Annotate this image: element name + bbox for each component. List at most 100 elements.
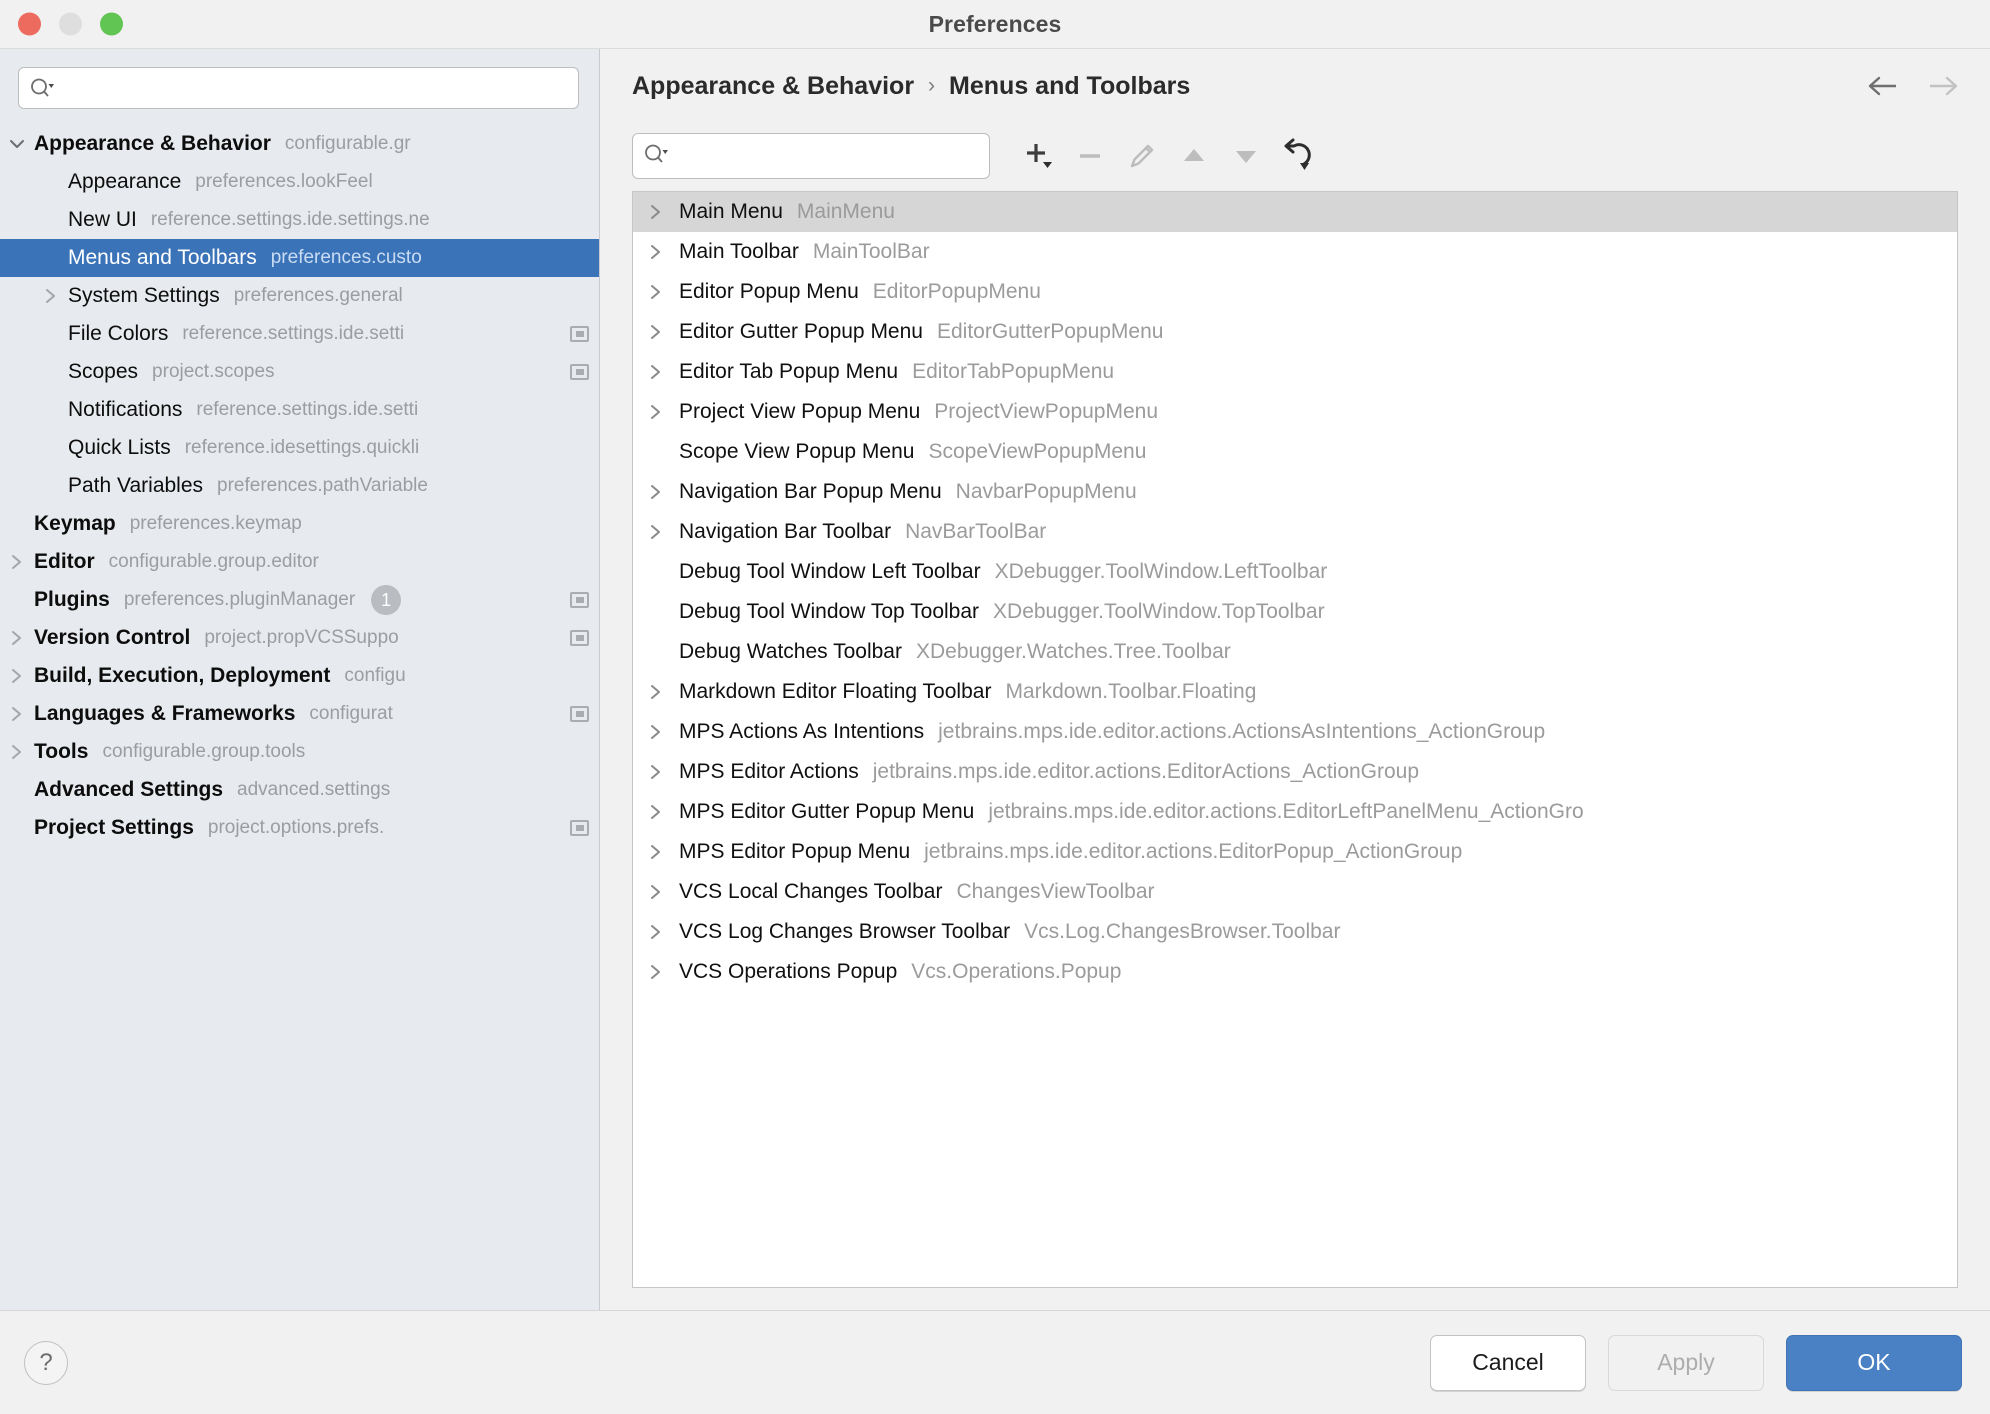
window-controls: [18, 13, 123, 36]
sidebar-item-editor[interactable]: Editorconfigurable.group.editor: [0, 543, 599, 581]
sidebar-item-keymap[interactable]: Keymappreferences.keymap: [0, 505, 599, 543]
menus-search-input[interactable]: [675, 146, 979, 167]
breadcrumb-current: Menus and Toolbars: [949, 72, 1190, 101]
sidebar-item-scopes[interactable]: Scopesproject.scopes: [0, 353, 599, 391]
table-row[interactable]: MPS Actions As Intentionsjetbrains.mps.i…: [633, 712, 1957, 752]
chevron-right-icon[interactable]: [633, 722, 679, 742]
table-row[interactable]: Navigation Bar Popup MenuNavbarPopupMenu: [633, 472, 1957, 512]
dialog-buttons: Cancel Apply OK: [1430, 1335, 1962, 1391]
dialog-footer: ? Cancel Apply OK: [0, 1310, 1990, 1414]
move-up-button[interactable]: [1168, 133, 1220, 179]
update-count-badge: 1: [371, 585, 401, 615]
menu-row-name: Debug Tool Window Top Toolbar: [679, 600, 979, 624]
breadcrumb-parent[interactable]: Appearance & Behavior: [632, 72, 914, 101]
table-row[interactable]: Editor Tab Popup MenuEditorTabPopupMenu: [633, 352, 1957, 392]
menu-row-name: Project View Popup Menu: [679, 400, 920, 424]
sidebar-item-version-control[interactable]: Version Controlproject.propVCSSuppo: [0, 619, 599, 657]
chevron-right-icon[interactable]: [633, 482, 679, 502]
sidebar-search-field[interactable]: [18, 67, 579, 109]
sidebar-item-notifications[interactable]: Notificationsreference.settings.ide.sett…: [0, 391, 599, 429]
chevron-right-icon[interactable]: [0, 552, 34, 572]
sidebar-item-quick-lists[interactable]: Quick Listsreference.idesettings.quickli: [0, 429, 599, 467]
chevron-right-icon[interactable]: [633, 682, 679, 702]
ok-button[interactable]: OK: [1786, 1335, 1962, 1391]
chevron-right-icon[interactable]: [0, 628, 34, 648]
sidebar-item-system-settings[interactable]: System Settingspreferences.general: [0, 277, 599, 315]
sidebar-item-menus-and-toolbars[interactable]: Menus and Toolbarspreferences.custo: [0, 239, 599, 277]
remove-button[interactable]: [1064, 133, 1116, 179]
table-row[interactable]: MPS Editor Gutter Popup Menujetbrains.mp…: [633, 792, 1957, 832]
chevron-right-icon[interactable]: [633, 842, 679, 862]
table-row[interactable]: Debug Watches ToolbarXDebugger.Watches.T…: [633, 632, 1957, 672]
table-row[interactable]: Project View Popup MenuProjectViewPopupM…: [633, 392, 1957, 432]
table-row[interactable]: VCS Local Changes ToolbarChangesViewTool…: [633, 872, 1957, 912]
menu-row-action-id: EditorPopupMenu: [873, 280, 1041, 304]
minimize-window-button[interactable]: [59, 13, 82, 36]
chevron-right-icon[interactable]: [34, 286, 68, 306]
chevron-right-icon[interactable]: [633, 402, 679, 422]
table-row[interactable]: Main MenuMainMenu: [633, 192, 1957, 232]
table-row[interactable]: Editor Popup MenuEditorPopupMenu: [633, 272, 1957, 312]
menus-search-field[interactable]: [632, 133, 990, 179]
sidebar-item-advanced-settings[interactable]: Advanced Settingsadvanced.settings: [0, 771, 599, 809]
chevron-right-icon[interactable]: [633, 802, 679, 822]
back-arrow-icon[interactable]: [1866, 72, 1900, 100]
chevron-right-icon[interactable]: [633, 362, 679, 382]
chevron-right-icon[interactable]: [633, 202, 679, 222]
sidebar-item-new-ui[interactable]: New UIreference.settings.ide.settings.ne: [0, 201, 599, 239]
sidebar-item-project-settings[interactable]: Project Settingsproject.options.prefs.: [0, 809, 599, 847]
table-row[interactable]: Debug Tool Window Top ToolbarXDebugger.T…: [633, 592, 1957, 632]
project-scope-icon: [570, 706, 589, 722]
menu-row-name: VCS Log Changes Browser Toolbar: [679, 920, 1010, 944]
table-row[interactable]: Debug Tool Window Left ToolbarXDebugger.…: [633, 552, 1957, 592]
chevron-right-icon[interactable]: [0, 666, 34, 686]
sidebar-item-file-colors[interactable]: File Colorsreference.settings.ide.setti: [0, 315, 599, 353]
menu-row-action-id: jetbrains.mps.ide.editor.actions.Actions…: [938, 720, 1545, 744]
chevron-right-icon[interactable]: [633, 242, 679, 262]
chevron-right-icon[interactable]: [633, 882, 679, 902]
sidebar-search-input[interactable]: [61, 78, 568, 99]
add-button[interactable]: [1012, 133, 1064, 179]
chevron-right-icon[interactable]: [633, 762, 679, 782]
chevron-right-icon[interactable]: [0, 704, 34, 724]
table-row[interactable]: Main ToolbarMainToolBar: [633, 232, 1957, 272]
sidebar-item-build-execution-deployment[interactable]: Build, Execution, Deploymentconfigu: [0, 657, 599, 695]
table-row[interactable]: Editor Gutter Popup MenuEditorGutterPopu…: [633, 312, 1957, 352]
menu-row-name: Main Toolbar: [679, 240, 799, 264]
sidebar-item-appearance-behavior[interactable]: Appearance & Behaviorconfigurable.gr: [0, 125, 599, 163]
edit-button[interactable]: [1116, 133, 1168, 179]
sidebar-item-label: Path Variables: [68, 474, 203, 498]
menus-and-toolbars-list[interactable]: Main MenuMainMenuMain ToolbarMainToolBar…: [632, 191, 1958, 1288]
table-row[interactable]: MPS Editor Popup Menujetbrains.mps.ide.e…: [633, 832, 1957, 872]
sidebar-item-path-variables[interactable]: Path Variablespreferences.pathVariable: [0, 467, 599, 505]
menu-row-name: Scope View Popup Menu: [679, 440, 914, 464]
chevron-right-icon[interactable]: [633, 922, 679, 942]
sidebar-item-appearance[interactable]: Appearancepreferences.lookFeel: [0, 163, 599, 201]
sidebar-item-tools[interactable]: Toolsconfigurable.group.tools: [0, 733, 599, 771]
chevron-right-icon[interactable]: [633, 322, 679, 342]
help-button[interactable]: ?: [24, 1341, 68, 1385]
restore-button[interactable]: [1272, 133, 1324, 179]
table-row[interactable]: VCS Log Changes Browser ToolbarVcs.Log.C…: [633, 912, 1957, 952]
table-row[interactable]: Navigation Bar ToolbarNavBarToolBar: [633, 512, 1957, 552]
chevron-down-icon[interactable]: [0, 137, 34, 151]
table-row[interactable]: MPS Editor Actionsjetbrains.mps.ide.edit…: [633, 752, 1957, 792]
chevron-right-icon[interactable]: [0, 742, 34, 762]
sidebar-item-languages-frameworks[interactable]: Languages & Frameworksconfigurat: [0, 695, 599, 733]
cancel-button[interactable]: Cancel: [1430, 1335, 1586, 1391]
close-window-button[interactable]: [18, 13, 41, 36]
menu-row-name: Navigation Bar Toolbar: [679, 520, 891, 544]
sidebar-item-id: preferences.general: [234, 285, 403, 307]
zoom-window-button[interactable]: [100, 13, 123, 36]
apply-button[interactable]: Apply: [1608, 1335, 1764, 1391]
menu-row-name: MPS Editor Gutter Popup Menu: [679, 800, 974, 824]
chevron-right-icon[interactable]: [633, 282, 679, 302]
chevron-right-icon[interactable]: [633, 962, 679, 982]
table-row[interactable]: Markdown Editor Floating ToolbarMarkdown…: [633, 672, 1957, 712]
forward-arrow-icon[interactable]: [1926, 72, 1960, 100]
table-row[interactable]: VCS Operations PopupVcs.Operations.Popup: [633, 952, 1957, 992]
sidebar-item-plugins[interactable]: Pluginspreferences.pluginManager1: [0, 581, 599, 619]
table-row[interactable]: Scope View Popup MenuScopeViewPopupMenu: [633, 432, 1957, 472]
chevron-right-icon[interactable]: [633, 522, 679, 542]
move-down-button[interactable]: [1220, 133, 1272, 179]
